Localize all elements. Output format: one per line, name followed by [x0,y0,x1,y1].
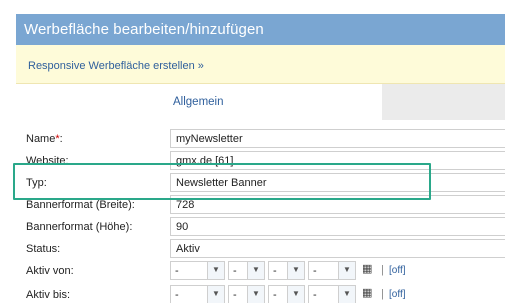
dialog-header: Werbefläche bearbeiten/hinzufügen [16,14,505,45]
chevron-down-icon: ▼ [287,286,304,303]
chevron-down-icon: ▼ [207,262,224,279]
form-row-active-from: Aktiv von: - ▼ - ▼ - ▼ - ▼ ▦ | [off] [0,260,505,282]
responsive-adspace-link[interactable]: Responsive Werbefläche erstellen » [28,60,204,72]
dialog-title: Werbefläche bearbeiten/hinzufügen [24,21,264,38]
active-from-date-select[interactable]: - ▼ [170,261,225,280]
tab-bar: Allgemein [16,84,505,120]
chevron-down-icon: ▼ [338,286,355,303]
banner-height-input[interactable]: 90 [170,217,505,236]
active-to-label: Aktiv bis: [26,289,71,301]
active-to-second-select[interactable]: - ▼ [308,285,356,303]
calendar-icon[interactable]: ▦ [362,287,375,300]
form-row-name: Name*: myNewsletter [0,128,505,150]
banner-height-label: Bannerformat (Höhe): [26,221,133,233]
active-from-hour-select[interactable]: - ▼ [228,261,265,280]
active-from-label: Aktiv von: [26,265,74,277]
name-input[interactable]: myNewsletter [170,129,505,148]
active-to-date-select[interactable]: - ▼ [170,285,225,303]
tab-general[interactable]: Allgemein [16,84,382,120]
chevron-down-icon: ▼ [287,262,304,279]
separator: | [381,288,384,300]
active-to-off-link[interactable]: [off] [389,289,406,300]
active-from-second-select[interactable]: - ▼ [308,261,356,280]
status-select[interactable]: Aktiv [170,239,505,258]
tab-general-label: Allgemein [173,96,224,108]
status-label: Status: [26,243,61,255]
active-to-minute-select[interactable]: - ▼ [268,285,305,303]
chevron-down-icon: ▼ [207,286,224,303]
type-row-highlight [13,163,431,200]
active-to-hour-select[interactable]: - ▼ [228,285,265,303]
tab-inactive[interactable] [382,84,505,120]
form-row-active-to: Aktiv bis: - ▼ - ▼ - ▼ - ▼ ▦ | [off] [0,284,505,303]
banner-width-label: Bannerformat (Breite): [26,199,135,211]
form-row-height: Bannerformat (Höhe): 90 [0,216,505,238]
separator: | [381,264,384,276]
form-row-status: Status: Aktiv [0,238,505,260]
active-from-off-link[interactable]: [off] [389,265,406,276]
notice-bar: Responsive Werbefläche erstellen » [16,45,505,84]
chevron-down-icon: ▼ [247,286,264,303]
active-from-minute-select[interactable]: - ▼ [268,261,305,280]
chevron-down-icon: ▼ [338,262,355,279]
chevron-down-icon: ▼ [247,262,264,279]
calendar-icon[interactable]: ▦ [362,263,375,276]
name-label: Name*: [26,133,63,145]
